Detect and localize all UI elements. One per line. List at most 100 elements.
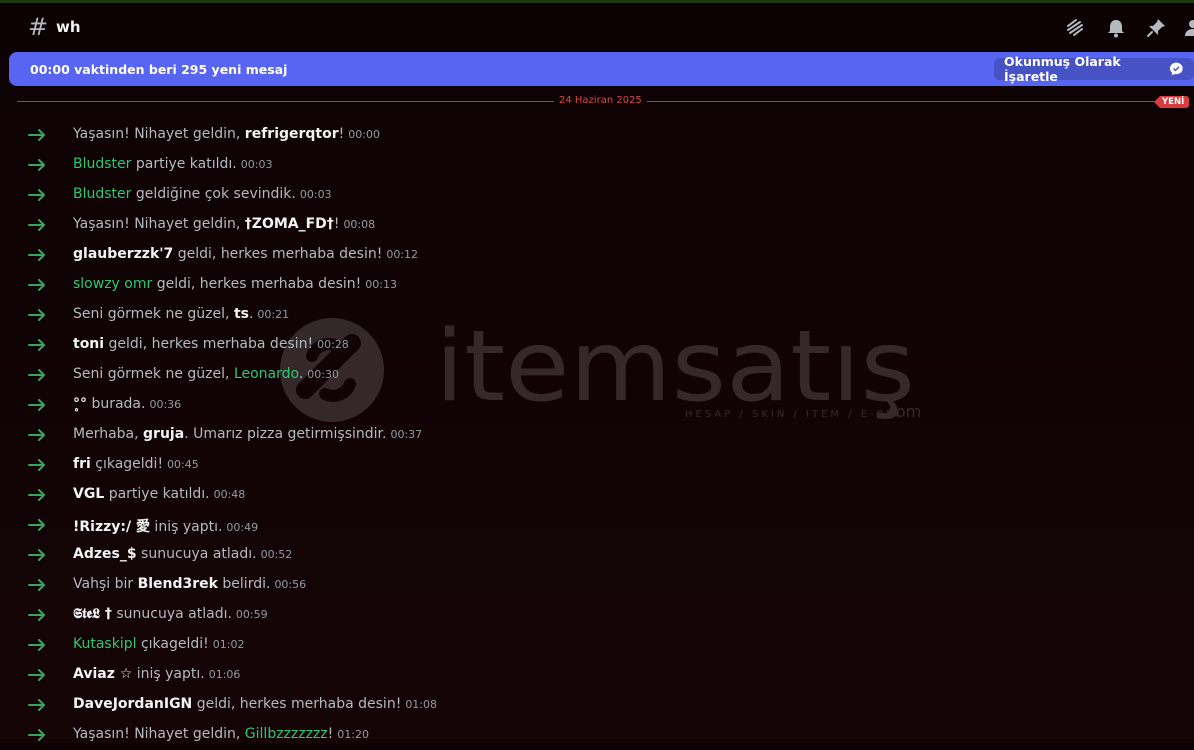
timestamp[interactable]: 00:00 [348, 128, 380, 141]
timestamp[interactable]: 01:20 [337, 728, 369, 741]
system-join-message[interactable]: 𝕾𝖙𝖊𝕷 † sunucuya atladı. 00:59 [0, 600, 1194, 630]
username[interactable]: DaveJordanIGN [73, 696, 192, 712]
system-join-message[interactable]: glauberzzk'7 geldi, herkes merhaba desin… [0, 240, 1194, 270]
new-badge: YENİ [1154, 96, 1190, 108]
username[interactable]: Blend3rek [138, 576, 218, 592]
username[interactable]: slowzy omr [73, 276, 152, 292]
message-suffix: geldi, herkes merhaba desin! [173, 246, 383, 262]
members-icon[interactable] [1182, 17, 1194, 39]
channel-header: # wh [0, 3, 1194, 51]
system-join-message[interactable]: Seni görmek ne güzel, Leonardo. 00:30 [0, 360, 1194, 390]
bell-icon[interactable] [1105, 17, 1127, 39]
message-suffix: iniş yaptı. [132, 666, 205, 682]
timestamp[interactable]: 01:02 [213, 638, 245, 651]
message-text: !Rizzy:/ 愛 iniş yaptı. 00:49 [73, 516, 258, 536]
system-join-message[interactable]: °̥° burada. 00:36 [0, 390, 1194, 420]
timestamp[interactable]: 00:13 [365, 278, 397, 291]
system-join-message[interactable]: Vahşi bir Blend3rek belirdi. 00:56 [0, 570, 1194, 600]
timestamp[interactable]: 00:30 [307, 368, 339, 381]
timestamp[interactable]: 00:59 [236, 608, 268, 621]
timestamp[interactable]: 00:36 [149, 398, 181, 411]
message-suffix: ! [327, 726, 334, 742]
system-join-message[interactable]: Yaşasın! Nihayet geldin, refrigerqtor! 00… [0, 120, 1194, 150]
timestamp[interactable]: 00:52 [261, 548, 293, 561]
username[interactable]: Adzes_$ [73, 546, 137, 562]
username[interactable]: gruja [143, 426, 184, 442]
timestamp[interactable]: 00:28 [317, 338, 349, 351]
join-arrow-icon [28, 399, 45, 411]
username[interactable]: glauberzzk'7 [73, 246, 173, 262]
new-messages-banner[interactable]: 00:00 vaktinden beri 295 yeni mesaj Okun… [9, 52, 1194, 86]
message-prefix: Yaşasın! Nihayet geldin, [73, 126, 245, 142]
username[interactable]: refrigerqtor [245, 126, 339, 142]
timestamp[interactable]: 01:08 [405, 698, 437, 711]
timestamp[interactable]: 01:06 [209, 668, 241, 681]
timestamp[interactable]: 00:49 [226, 521, 258, 534]
mark-read-icon [1170, 62, 1184, 76]
message-suffix: çıkageldi! [136, 636, 209, 652]
message-text: Bludster geldiğine çok sevindik. 00:03 [73, 186, 332, 202]
username[interactable]: fri [73, 456, 91, 472]
hash-icon: # [28, 13, 49, 41]
timestamp[interactable]: 00:48 [214, 488, 246, 501]
username[interactable]: Leonardo [234, 366, 299, 382]
username[interactable]: Aviaz ☆ [73, 666, 132, 682]
message-suffix: ! [338, 126, 345, 142]
message-text: toni geldi, herkes merhaba desin! 00:28 [73, 336, 349, 352]
message-prefix: Seni görmek ne güzel, [73, 306, 234, 322]
username[interactable]: Bludster [73, 186, 131, 202]
system-join-message[interactable]: toni geldi, herkes merhaba desin! 00:28 [0, 330, 1194, 360]
username[interactable]: Kutaskipl [73, 636, 137, 652]
threads-icon[interactable] [1064, 17, 1086, 39]
timestamp[interactable]: 00:12 [386, 248, 418, 261]
username[interactable]: 𝕾𝖙𝖊𝕷 † [73, 606, 112, 622]
message-text: °̥° burada. 00:36 [73, 396, 181, 412]
message-text: Yaşasın! Nihayet geldin, †ZOMA_FD†! 00:08 [73, 216, 375, 232]
message-text: VGL partiye katıldı. 00:48 [73, 486, 245, 502]
username[interactable]: !Rizzy:/ 愛 [73, 519, 150, 535]
join-arrow-icon [28, 249, 45, 261]
message-text: Yaşasın! Nihayet geldin, Gillbzzzzzzz! 01… [73, 726, 369, 742]
system-join-message[interactable]: Aviaz ☆ iniş yaptı. 01:06 [0, 660, 1194, 690]
system-join-message[interactable]: Kutaskipl çıkageldi! 01:02 [0, 630, 1194, 660]
system-join-message[interactable]: Bludster partiye katıldı. 00:03 [0, 150, 1194, 180]
message-text: DaveJordanIGN geldi, herkes merhaba desi… [73, 696, 437, 712]
system-join-message[interactable]: Seni görmek ne güzel, ts. 00:21 [0, 300, 1194, 330]
pin-icon[interactable] [1145, 17, 1167, 39]
system-join-message[interactable]: VGL partiye katıldı. 00:48 [0, 480, 1194, 510]
username[interactable]: Bludster [73, 156, 131, 172]
timestamp[interactable]: 00:08 [343, 218, 375, 231]
username[interactable]: †ZOMA_FD† [245, 216, 334, 232]
username[interactable]: toni [73, 336, 104, 352]
system-join-message[interactable]: slowzy omr geldi, herkes merhaba desin! 0… [0, 270, 1194, 300]
username[interactable]: Gillbzzzzzzz [245, 726, 328, 742]
join-arrow-icon [28, 639, 45, 651]
timestamp[interactable]: 00:45 [167, 458, 199, 471]
system-join-message[interactable]: !Rizzy:/ 愛 iniş yaptı. 00:49 [0, 510, 1194, 540]
timestamp[interactable]: 00:56 [274, 578, 306, 591]
timestamp[interactable]: 00:21 [257, 308, 289, 321]
system-join-message[interactable]: fri çıkageldi! 00:45 [0, 450, 1194, 480]
system-join-message[interactable]: Yaşasın! Nihayet geldin, †ZOMA_FD†! 00:08 [0, 210, 1194, 240]
message-suffix: partiye katıldı. [104, 486, 210, 502]
timestamp[interactable]: 00:03 [241, 158, 273, 171]
username[interactable]: VGL [73, 486, 104, 502]
join-arrow-icon [28, 309, 45, 321]
system-join-message[interactable]: Merhaba, gruja. Umarız pizza getirmişsin… [0, 420, 1194, 450]
timestamp[interactable]: 00:03 [300, 188, 332, 201]
join-arrow-icon [28, 339, 45, 351]
timestamp[interactable]: 00:37 [390, 428, 422, 441]
message-prefix: Merhaba, [73, 426, 144, 442]
username[interactable]: ts [234, 306, 249, 322]
join-arrow-icon [28, 219, 45, 231]
system-join-message[interactable]: Adzes_$ sunucuya atladı. 00:52 [0, 540, 1194, 570]
mark-as-read-button[interactable]: Okunmuş Olarak İşaretle [994, 54, 1194, 84]
join-arrow-icon [28, 369, 45, 381]
join-arrow-icon [28, 279, 45, 291]
system-join-message[interactable]: Bludster geldiğine çok sevindik. 00:03 [0, 180, 1194, 210]
system-join-message[interactable]: Yaşasın! Nihayet geldin, Gillbzzzzzzz! 01… [0, 720, 1194, 750]
message-suffix: çıkageldi! [90, 456, 164, 472]
system-join-message[interactable]: DaveJordanIGN geldi, herkes merhaba desi… [0, 690, 1194, 720]
join-arrow-icon [28, 549, 45, 561]
username[interactable]: °̥° [73, 396, 87, 412]
